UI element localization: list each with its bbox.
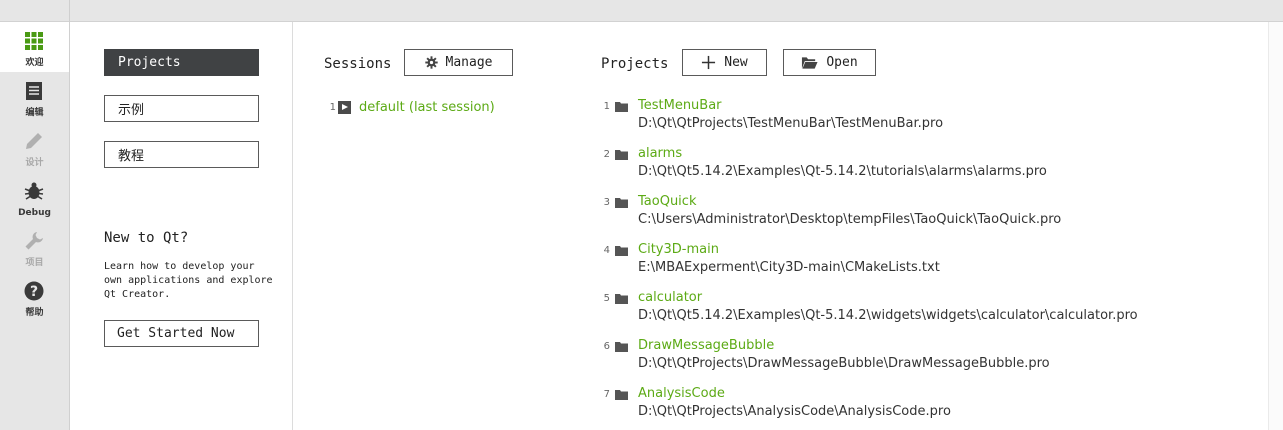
welcome-column: Projects 示例 教程 New to Qt? Learn how to d…	[70, 22, 293, 430]
mode-label: 项目	[25, 258, 44, 268]
pencil-icon	[26, 133, 42, 149]
session-index: 1	[329, 101, 336, 113]
project-name-link[interactable]: City3D-main	[638, 242, 719, 257]
mode-label: 帮助	[25, 308, 44, 318]
project-path: D:\Qt\QtProjects\DrawMessageBubble\DrawM…	[638, 356, 1050, 371]
project-path: D:\Qt\Qt5.14.2\Examples\Qt-5.14.2\widget…	[638, 308, 1138, 323]
tutorials-button[interactable]: 教程	[104, 141, 259, 168]
session-name-link[interactable]: default (last session)	[359, 100, 495, 115]
examples-button[interactable]: 示例	[104, 95, 259, 122]
project-name-link[interactable]: TaoQuick	[638, 194, 696, 209]
mode-label: 编辑	[25, 108, 44, 118]
folder-icon	[615, 198, 628, 208]
project-index: 5	[603, 293, 610, 304]
mode-label: 欢迎	[25, 58, 44, 68]
mode-design[interactable]: 设计	[0, 122, 69, 172]
open-project-button[interactable]: Open	[783, 49, 876, 76]
new-project-button[interactable]: New	[682, 49, 767, 76]
new-to-qt-title: New to Qt?	[104, 230, 189, 246]
project-name-link[interactable]: TestMenuBar	[638, 98, 722, 113]
folder-icon	[615, 294, 628, 304]
project-index: 7	[603, 389, 610, 400]
folder-icon	[615, 246, 628, 256]
folder-icon	[615, 102, 628, 112]
sessions-title: Sessions	[324, 56, 392, 72]
get-started-button[interactable]: Get Started Now	[104, 320, 259, 347]
project-index: 6	[603, 341, 610, 352]
bug-icon	[24, 182, 44, 200]
mode-edit[interactable]: 编辑	[0, 72, 69, 122]
plus-icon	[702, 55, 716, 70]
play-icon	[338, 100, 351, 114]
mode-label: Debug	[18, 208, 51, 218]
project-name-link[interactable]: DrawMessageBubble	[638, 338, 774, 353]
project-name-link[interactable]: calculator	[638, 290, 702, 305]
top-bar	[0, 0, 1283, 22]
svg-text:?: ?	[30, 284, 38, 300]
new-label: New	[724, 55, 748, 70]
top-bar-separator	[69, 0, 70, 22]
mode-help[interactable]: ? 帮助	[0, 272, 69, 322]
vertical-scrollbar[interactable]	[1268, 22, 1283, 430]
folder-icon	[615, 390, 628, 400]
project-name-link[interactable]: alarms	[638, 146, 682, 161]
manage-label: Manage	[445, 55, 493, 70]
manage-sessions-button[interactable]: Manage	[404, 49, 513, 76]
folder-icon	[615, 150, 628, 160]
document-icon	[26, 82, 42, 100]
project-path: C:\Users\Administrator\Desktop\tempFiles…	[638, 212, 1062, 227]
project-index: 1	[603, 101, 610, 112]
folder-icon	[615, 342, 628, 352]
help-icon: ?	[24, 281, 44, 301]
grid-icon	[25, 32, 43, 50]
new-to-qt-description: Learn how to develop your own applicatio…	[104, 261, 273, 300]
projects-button[interactable]: Projects	[104, 49, 259, 76]
project-path: D:\Qt\QtProjects\AnalysisCode\AnalysisCo…	[638, 404, 951, 419]
project-name-link[interactable]: AnalysisCode	[638, 386, 725, 401]
project-index: 3	[603, 197, 610, 208]
open-label: Open	[826, 55, 858, 70]
mode-sidebar: 欢迎 编辑 设计 Debug 项目 ? 帮助	[0, 22, 70, 430]
project-index: 2	[603, 149, 610, 160]
wrench-icon	[25, 232, 43, 250]
project-path: D:\Qt\Qt5.14.2\Examples\Qt-5.14.2\tutori…	[638, 164, 1047, 179]
gear-icon	[424, 56, 438, 69]
project-index: 4	[603, 245, 610, 256]
projects-title: Projects	[601, 56, 669, 72]
mode-welcome[interactable]: 欢迎	[0, 22, 69, 72]
session-item[interactable]: 1 default (last session)	[326, 98, 495, 116]
project-path: D:\Qt\QtProjects\TestMenuBar\TestMenuBar…	[638, 116, 944, 131]
mode-projects[interactable]: 项目	[0, 222, 69, 272]
mode-debug[interactable]: Debug	[0, 172, 69, 222]
open-folder-icon	[802, 56, 818, 69]
mode-label: 设计	[25, 158, 44, 168]
project-path: E:\MBAExperment\City3D-main\CMakeLists.t…	[638, 260, 940, 275]
